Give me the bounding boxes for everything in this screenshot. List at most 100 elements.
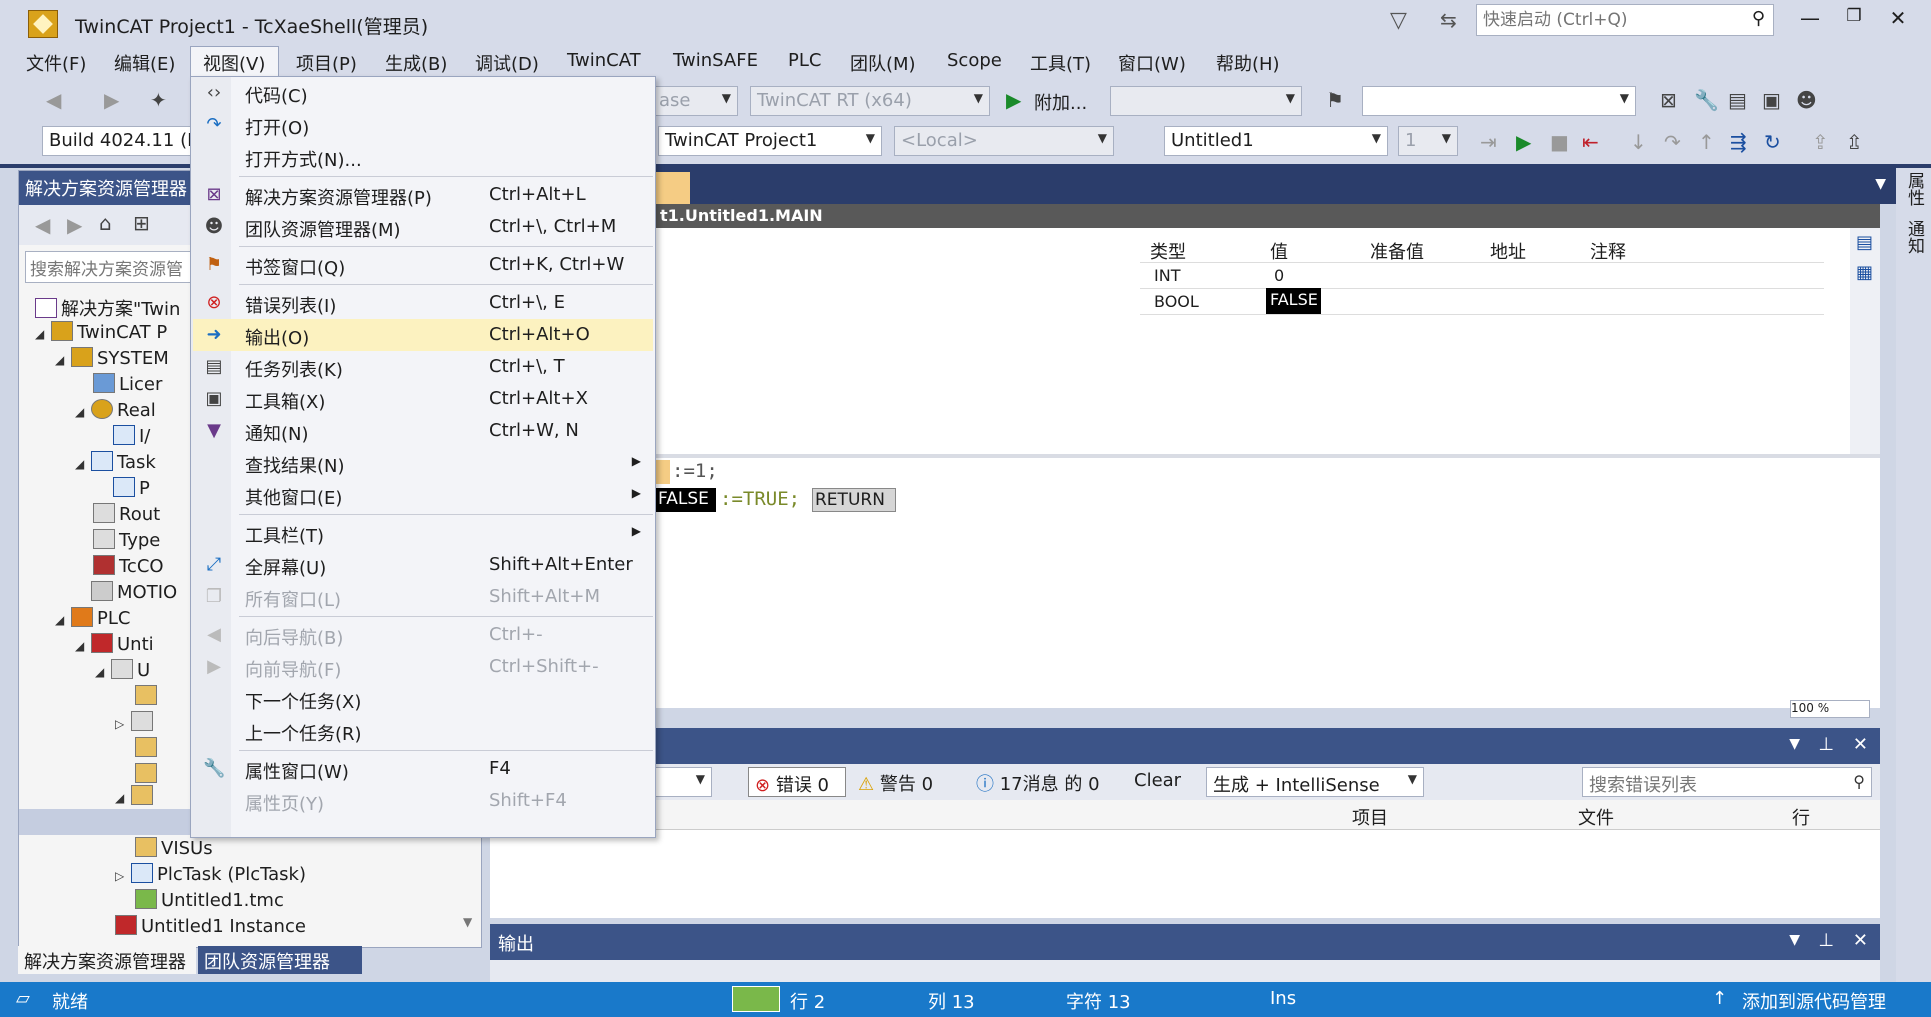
menu-edit[interactable]: 编辑(E) — [114, 50, 175, 76]
tree-item-plctask-system[interactable]: P — [113, 477, 150, 503]
menu-item-notifications[interactable]: ▼ 通知(N) Ctrl+W, N — [193, 415, 653, 447]
tree-item-routes[interactable]: Rout — [93, 503, 160, 529]
tree-item-untitled1-project[interactable]: ◢ U — [95, 659, 150, 685]
show-current-statement-icon[interactable]: ⇶ — [1730, 130, 1747, 154]
target-system-combo[interactable]: <Local> ▼ — [894, 126, 1114, 156]
login-icon[interactable]: ⇥ — [1480, 130, 1497, 154]
home-icon[interactable]: ⌂ — [99, 211, 112, 235]
menu-item-toolbox[interactable]: ▣ 工具箱(X) Ctrl+Alt+X — [193, 383, 653, 415]
tree-item-tasks[interactable]: ◢ Task — [75, 451, 156, 477]
zoom-combo[interactable]: 100 % — [1790, 700, 1870, 718]
plc-project-combo[interactable]: Untitled1 ▼ — [1164, 126, 1388, 156]
switch-views-icon[interactable]: ⊞ — [133, 211, 150, 235]
tree-item-plctask[interactable]: ▷ PlcTask (PlcTask) — [115, 863, 306, 889]
reset-icon[interactable]: ↻ — [1764, 130, 1781, 154]
tree-item-instance[interactable]: Untitled1 Instance — [115, 915, 306, 941]
menu-plc[interactable]: PLC — [788, 50, 821, 71]
restore-button[interactable]: ❐ — [1834, 6, 1874, 34]
menu-twinsafe[interactable]: TwinSAFE — [673, 50, 758, 71]
menu-item-open-with[interactable]: 打开方式(N)... — [193, 141, 653, 173]
tab-team-explorer[interactable]: 团队资源管理器 — [198, 946, 362, 974]
menu-scope[interactable]: Scope — [947, 50, 1002, 71]
attach-target-combo[interactable]: ▼ — [1110, 86, 1302, 116]
tree-item-pous[interactable]: ◢ — [115, 785, 157, 811]
start-icon[interactable]: ▶ — [1516, 130, 1531, 154]
menu-build[interactable]: 生成(B) — [385, 50, 447, 76]
back-icon[interactable]: ◀ — [46, 88, 61, 112]
menu-item-navigate-forward[interactable]: ▶ 向前导航(F) Ctrl+Shift+- — [193, 651, 653, 683]
pin-icon[interactable]: ⊥ — [1818, 930, 1834, 951]
attach-play-icon[interactable]: ▶ — [1006, 88, 1021, 112]
chevron-down-icon[interactable]: ▼ — [1789, 932, 1800, 948]
menu-item-open[interactable]: ↷ 打开(O) — [193, 109, 653, 141]
quick-launch-box[interactable]: ⚲ — [1476, 4, 1774, 36]
chevron-down-icon[interactable]: ▼ — [1875, 176, 1886, 192]
close-icon[interactable]: ✕ — [1853, 930, 1868, 951]
menu-item-property-pages[interactable]: 属性页(Y) Shift+F4 — [193, 785, 653, 817]
tree-item-folder[interactable] — [135, 737, 161, 763]
step-over-icon[interactable]: ↷ — [1664, 130, 1681, 154]
feedback-icon[interactable]: ⇆ — [1440, 8, 1457, 32]
col-file[interactable]: 文件 — [1578, 804, 1614, 830]
menu-window[interactable]: 窗口(W) — [1118, 50, 1186, 76]
warnings-filter-button[interactable]: ⚠ 警告 0 — [852, 767, 964, 797]
table-view-icon[interactable]: ▦ — [1856, 262, 1873, 283]
tree-item-io[interactable]: I/ — [113, 425, 150, 451]
project-combo[interactable]: TwinCAT Project1 ▼ — [658, 126, 882, 156]
row2-value[interactable]: FALSE — [1266, 288, 1321, 314]
menu-debug[interactable]: 调试(D) — [475, 50, 539, 76]
minimize-button[interactable]: — — [1790, 6, 1830, 34]
clear-button[interactable]: Clear — [1128, 767, 1188, 797]
tree-item-plc[interactable]: ◢ PLC — [55, 607, 130, 633]
menu-item-solution-explorer[interactable]: ⊠ 解决方案资源管理器(P) Ctrl+Alt+L — [193, 179, 653, 211]
menu-team[interactable]: 团队(M) — [850, 50, 916, 76]
scope-combo[interactable]: ▼ — [650, 767, 712, 797]
tree-item-motion[interactable]: MOTIO — [75, 581, 177, 607]
messages-filter-button[interactable]: ⓘ 17消息 的 0 — [970, 767, 1120, 797]
tree-item-folder[interactable]: ▷ — [115, 711, 157, 737]
menu-item-other-windows[interactable]: 其他窗口(E) ▶ — [193, 479, 653, 511]
attach-button[interactable]: 附加... — [1034, 89, 1087, 115]
force-values-icon[interactable]: ⇫ — [1846, 130, 1863, 154]
menu-item-next-task[interactable]: 下一个任务(X) — [193, 683, 653, 715]
menu-item-fullscreen[interactable]: ⤢ 全屏幕(U) Shift+Alt+Enter — [193, 549, 653, 581]
properties-tab[interactable]: 属性 — [1902, 172, 1927, 206]
tree-item-untitled1[interactable]: ◢ Unti — [75, 633, 154, 659]
config-combo[interactable]: ase ▼ — [652, 86, 738, 116]
write-values-icon[interactable]: ⇪ — [1812, 130, 1829, 154]
logout-icon[interactable]: ⇤ — [1582, 130, 1599, 154]
declaration-view-icon[interactable]: ▤ — [1856, 232, 1873, 253]
menu-project[interactable]: 项目(P) — [296, 50, 357, 76]
col-line[interactable]: 行 — [1792, 804, 1810, 830]
menu-item-toolbars[interactable]: 工具栏(T) ▶ — [193, 517, 653, 549]
col-project[interactable]: 项目 — [1352, 804, 1388, 830]
menu-file[interactable]: 文件(F) — [26, 50, 86, 76]
tree-item-project[interactable]: ◢ TwinCAT P — [35, 321, 167, 347]
add-to-source-control[interactable]: 添加到源代码管理 — [1742, 988, 1886, 1014]
tree-item-folder[interactable] — [135, 685, 161, 711]
tree-item-types[interactable]: Type — [93, 529, 160, 555]
menu-item-code[interactable]: ‹› 代码(C) — [193, 77, 653, 109]
menu-item-find-results[interactable]: 查找结果(N) ▶ — [193, 447, 653, 479]
menu-item-properties-window[interactable]: 🔧 属性窗口(W) F4 — [193, 753, 653, 785]
stop-icon[interactable]: ■ — [1550, 130, 1569, 154]
step-out-icon[interactable]: ↑ — [1698, 130, 1715, 154]
tree-item-license[interactable]: Licer — [93, 373, 162, 399]
chevron-down-icon[interactable]: ▼ — [1789, 736, 1800, 752]
toolbox-icon[interactable]: ▣ — [1762, 88, 1781, 112]
platform-combo[interactable]: TwinCAT RT (x64) ▼ — [750, 86, 990, 116]
forward-icon[interactable]: ▶ — [104, 88, 119, 112]
close-icon[interactable]: ✕ — [1853, 734, 1868, 755]
menu-item-output[interactable]: ➜ 输出(O) Ctrl+Alt+O — [193, 319, 653, 351]
tree-item-tmc[interactable]: Untitled1.tmc — [135, 889, 284, 915]
menu-help[interactable]: 帮助(H) — [1216, 50, 1280, 76]
menu-item-task-list[interactable]: ▤ 任务列表(K) Ctrl+\, T — [193, 351, 653, 383]
tree-item-system[interactable]: ◢ SYSTEM — [55, 347, 169, 373]
menu-item-team-explorer[interactable]: ☻ 团队资源管理器(M) Ctrl+\, Ctrl+M — [193, 211, 653, 243]
team-icon[interactable]: ☻ — [1796, 88, 1817, 112]
tree-item-visus[interactable]: VISUs — [135, 837, 213, 863]
menu-view[interactable]: 视图(V) — [203, 50, 265, 76]
find-in-files-icon[interactable]: ⚑ — [1326, 88, 1344, 112]
tree-item-realtime[interactable]: ◢ Real — [75, 399, 156, 425]
menu-twincat[interactable]: TwinCAT — [567, 50, 641, 71]
